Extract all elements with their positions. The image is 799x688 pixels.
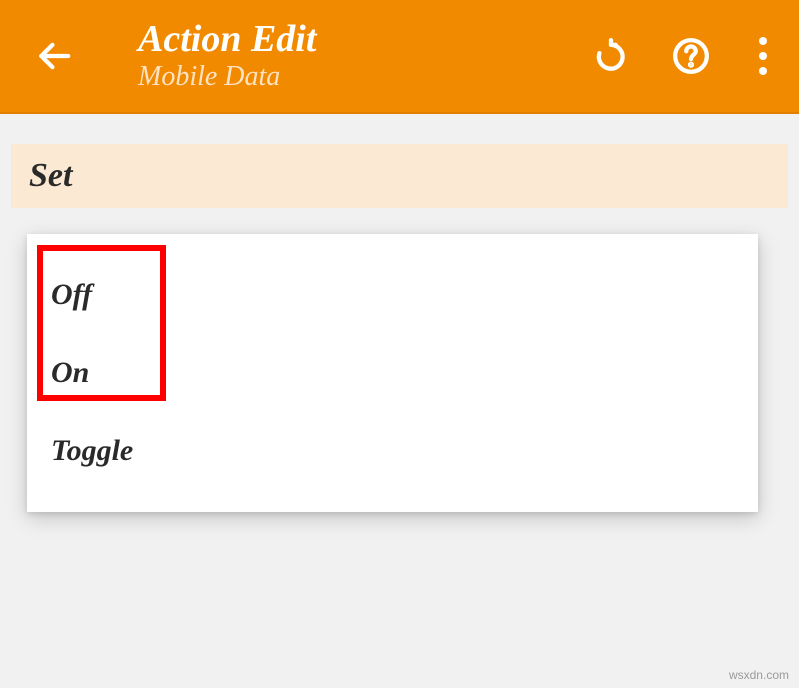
dot-icon <box>759 52 767 60</box>
page-subtitle: Mobile Data <box>138 62 591 93</box>
undo-icon <box>592 37 630 75</box>
page-title: Action Edit <box>138 20 591 60</box>
content-area: Set Off On Toggle <box>0 114 799 208</box>
option-off[interactable]: Off <box>47 256 738 334</box>
watermark: wsxdn.com <box>729 668 789 682</box>
app-bar: Action Edit Mobile Data <box>0 0 799 114</box>
option-on[interactable]: On <box>47 334 738 412</box>
dropdown-popup: Off On Toggle <box>27 234 758 512</box>
popup-inner: Off On Toggle <box>27 256 758 490</box>
appbar-titles: Action Edit Mobile Data <box>138 20 591 93</box>
option-toggle[interactable]: Toggle <box>47 412 738 490</box>
help-button[interactable] <box>671 36 711 76</box>
dot-icon <box>759 37 767 45</box>
help-icon <box>672 37 710 75</box>
dot-icon <box>759 67 767 75</box>
overflow-menu-button[interactable] <box>751 37 775 75</box>
appbar-actions <box>591 36 775 76</box>
revert-button[interactable] <box>591 36 631 76</box>
back-button[interactable] <box>30 32 78 80</box>
arrow-left-icon <box>35 37 73 75</box>
section-header-set: Set <box>11 144 788 208</box>
